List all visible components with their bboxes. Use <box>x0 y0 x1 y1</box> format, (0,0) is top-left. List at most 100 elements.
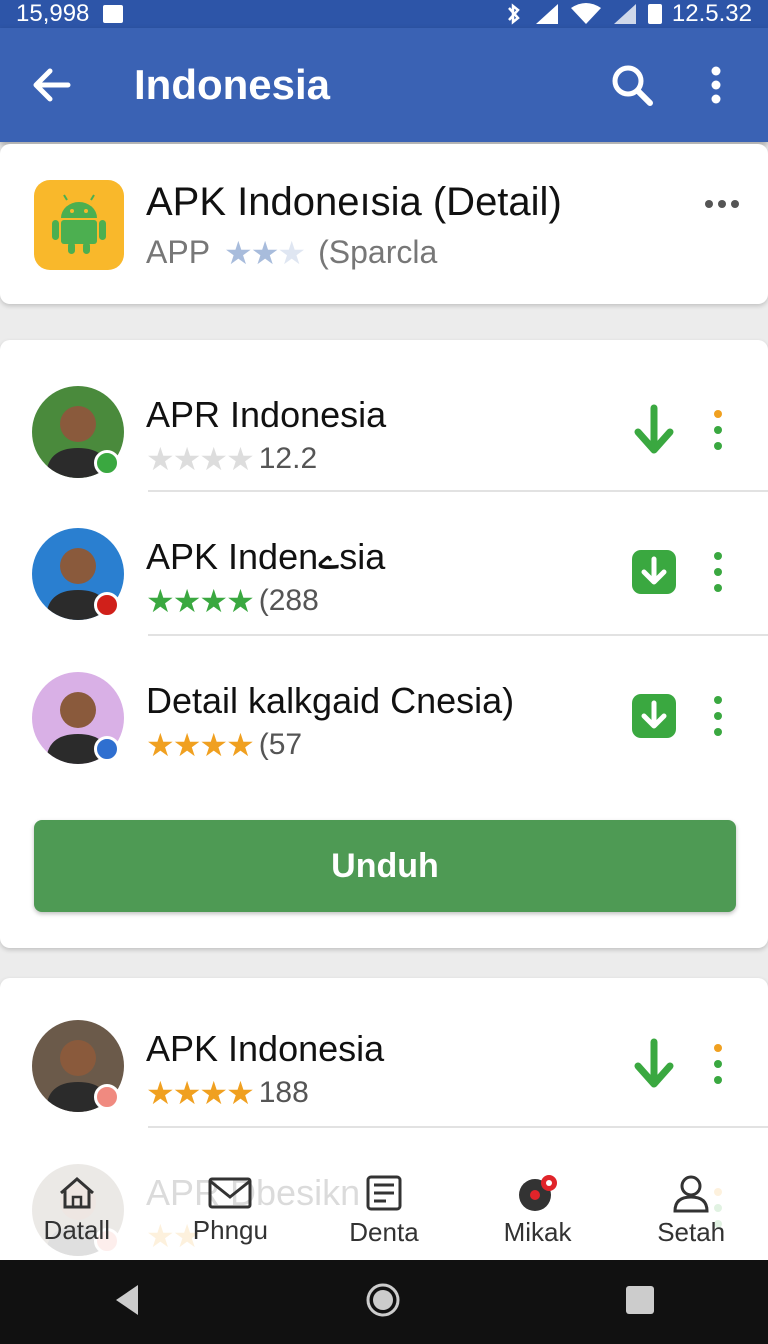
download-item-button[interactable] <box>630 692 678 740</box>
nav-item-setah[interactable]: Setah <box>614 1160 768 1260</box>
nav-item-denta[interactable]: Denta <box>307 1160 461 1260</box>
star-icon: ★ <box>226 583 255 619</box>
dot <box>714 1076 722 1084</box>
more-horiz-icon <box>705 200 739 208</box>
nav-item-phngu[interactable]: Phngu <box>154 1160 308 1260</box>
rating-stars: ★ ★ ★ ★ <box>146 727 255 763</box>
star-icon: ★ <box>224 234 253 271</box>
item-title: APR Indonesia <box>146 394 387 435</box>
item-meta: ★ ★ ★ ★ (288 <box>146 584 319 618</box>
status-time: 12.5.32 <box>671 0 752 27</box>
status-badge <box>94 450 120 476</box>
item-meta: ★ ★ ★ ★ (57 <box>146 728 302 762</box>
circle-home-icon <box>366 1283 400 1316</box>
dot <box>714 568 722 576</box>
signal-icon <box>535 4 558 24</box>
star-icon: ★ <box>226 441 255 477</box>
item-title: APK Indonesia <box>146 1028 385 1069</box>
system-navigation-bar <box>0 1260 768 1344</box>
item-title: Detail kalkgaid Cnesia) <box>146 680 515 721</box>
item-menu-button[interactable] <box>706 548 730 596</box>
app-subtitle: APP ★ ★ ★ (Sparcla <box>146 234 437 271</box>
nav-item-mikak[interactable]: Mikak <box>461 1160 615 1260</box>
status-badge <box>94 736 120 762</box>
document-icon <box>366 1175 402 1210</box>
status-badge <box>94 1084 120 1110</box>
signal-icon-2 <box>613 4 636 24</box>
item-menu-button[interactable] <box>706 406 730 454</box>
download-item-button[interactable] <box>630 548 678 596</box>
home-icon <box>59 1176 94 1208</box>
nav-label: Denta <box>349 1216 419 1247</box>
nav-item-datall[interactable]: Datall <box>0 1160 154 1260</box>
status-badge <box>94 592 120 618</box>
dot <box>714 426 722 434</box>
rating-stars: ★ ★ ★ ★ <box>146 583 255 619</box>
dot <box>714 552 722 560</box>
rating-stars: ★ ★ ★ <box>224 234 306 271</box>
list-item[interactable]: APR Indonesia ★ ★ ★ ★ 12.2 <box>0 374 768 514</box>
bottom-navigation: Datall Phngu Denta Mikak Setah <box>0 1160 768 1260</box>
star-icon: ★ <box>146 1075 175 1111</box>
download-item-button[interactable] <box>630 1038 678 1088</box>
list-item[interactable]: Detail kalkgaid Cnesia) ★ ★ ★ ★ (57 <box>0 660 768 800</box>
item-meta: ★ ★ ★ ★ 188 <box>146 1076 309 1110</box>
dot <box>714 410 722 418</box>
rating-stars: ★ ★ ★ ★ <box>146 1075 255 1111</box>
dot <box>714 442 722 450</box>
star-icon: ★ <box>277 234 306 271</box>
wifi-icon <box>570 3 601 24</box>
android-icon <box>52 194 106 254</box>
card-more-button[interactable] <box>704 196 740 214</box>
item-meta: ★ ★ ★ ★ 12.2 <box>146 442 317 476</box>
star-icon: ★ <box>172 583 202 619</box>
download-box-icon <box>632 550 676 594</box>
rating-stars: ★ ★ ★ ★ <box>146 441 255 477</box>
download-arrow-icon <box>634 1038 674 1088</box>
status-left-text: 15,998 <box>16 0 90 27</box>
item-menu-button[interactable] <box>706 692 730 740</box>
dot <box>714 728 722 736</box>
star-icon: ★ <box>226 727 255 763</box>
mail-icon <box>208 1177 252 1208</box>
app-meta: (Sparcla <box>318 234 438 270</box>
item-menu-button[interactable] <box>706 1040 730 1088</box>
app-bar: Indonesia <box>0 28 768 142</box>
star-icon: ★ <box>199 583 228 619</box>
nav-label: Datall <box>43 1214 111 1245</box>
back-button[interactable] <box>28 61 76 109</box>
nav-label: Mikak <box>503 1216 572 1247</box>
dot <box>714 1044 722 1052</box>
item-meta-text: (288 <box>258 584 319 617</box>
overflow-menu-button[interactable] <box>692 61 740 109</box>
square-recents-icon <box>626 1285 655 1314</box>
sim-card-icon <box>103 5 124 23</box>
search-icon <box>612 65 653 106</box>
dot <box>714 584 722 592</box>
more-vert-icon <box>711 66 721 104</box>
divider <box>148 634 768 636</box>
arrow-left-icon <box>33 68 71 102</box>
app-title: APK Indoneısia (Detail) <box>146 180 562 224</box>
search-button[interactable] <box>608 61 656 109</box>
star-icon: ★ <box>199 441 228 477</box>
status-bar: 15,998 12.5.32 <box>0 0 768 28</box>
download-item-button[interactable] <box>630 404 678 454</box>
star-icon: ★ <box>250 234 280 271</box>
star-icon: ★ <box>172 441 202 477</box>
record-icon <box>518 1174 557 1211</box>
nav-label: Phngu <box>192 1214 268 1245</box>
star-icon: ★ <box>146 583 175 619</box>
download-arrow-icon <box>634 404 674 454</box>
page-title: Indonesia <box>134 61 331 108</box>
app-label: APP <box>146 234 211 270</box>
dot <box>714 696 722 704</box>
star-icon: ★ <box>146 441 175 477</box>
system-back-button[interactable] <box>112 1283 142 1322</box>
download-button[interactable]: Unduh <box>34 820 736 912</box>
system-home-button[interactable] <box>365 1282 401 1323</box>
dot <box>714 712 722 720</box>
system-recents-button[interactable] <box>624 1284 656 1321</box>
item-meta-text: 188 <box>258 1076 309 1109</box>
item-meta-text: 12.2 <box>258 442 318 475</box>
